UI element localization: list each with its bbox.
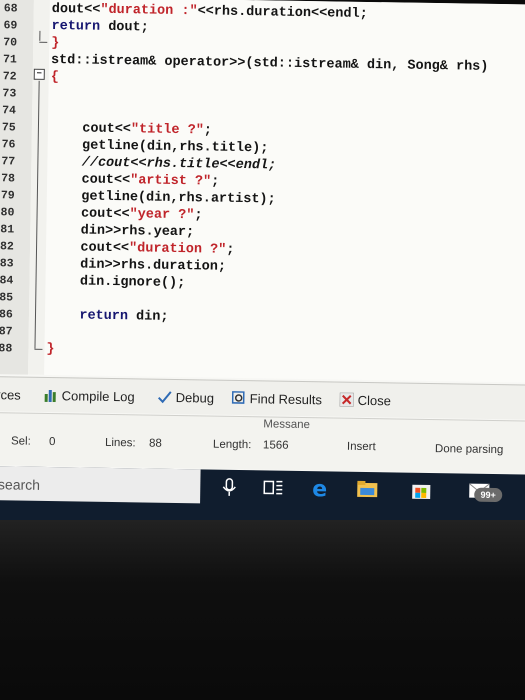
tab-compile-log-label: Compile Log: [61, 388, 135, 405]
length-value: 1566: [262, 439, 289, 452]
sel-value: 0: [48, 436, 56, 449]
line-number: 75: [1, 121, 16, 135]
fold-collapse-icon[interactable]: −: [33, 68, 45, 80]
line-number: 68: [3, 2, 18, 16]
code-lines: 68 dout<<"duration :"<<rhs.duration<<endl…: [0, 0, 525, 357]
code-token: ;: [203, 123, 213, 139]
bar-chart-icon: [44, 390, 56, 403]
code-token: std::istream& operator>>(std::istream& d…: [50, 52, 489, 75]
code-token: "artist ?": [130, 173, 212, 190]
tab-debug-label: Debug: [175, 389, 215, 406]
line-number: 82: [0, 240, 14, 254]
tab-close[interactable]: Close: [339, 392, 392, 409]
code-line[interactable]: return din;: [47, 307, 169, 326]
line-number: 83: [0, 257, 14, 271]
task-view-icon[interactable]: [262, 476, 284, 498]
code-token: cout<<: [48, 205, 130, 223]
fold-line: [39, 30, 41, 41]
lines-value: 88: [148, 437, 162, 450]
tab-find-results-label: Find Results: [249, 391, 323, 408]
check-icon: [157, 391, 172, 404]
code-line[interactable]: }: [46, 341, 54, 358]
code-editor[interactable]: 68 dout<<"duration :"<<rhs.duration<<endl…: [0, 0, 525, 383]
code-token: ;: [194, 208, 203, 224]
code-token: ;: [226, 242, 235, 258]
tab-compile-log[interactable]: Compile Log: [44, 388, 135, 404]
code-token: din>>rhs.year;: [48, 222, 195, 241]
code-token: din>>rhs.duration;: [47, 256, 227, 275]
line-number: 70: [3, 36, 18, 50]
code-token: cout<<: [49, 120, 132, 138]
find-results-icon: [231, 391, 245, 404]
search-input[interactable]: o search: [0, 465, 201, 504]
code-line[interactable]: std::istream& operator>>(std::istream& d…: [51, 52, 489, 76]
message-header: Messane: [263, 418, 311, 432]
code-token: din;: [127, 309, 169, 325]
code-token: {: [50, 69, 59, 86]
tab-find-results[interactable]: Find Results: [231, 391, 323, 408]
line-number: 76: [1, 138, 16, 152]
line-number: 80: [0, 206, 15, 220]
close-icon: [339, 392, 354, 407]
lines-label: Lines:: [104, 436, 136, 450]
fold-line-end: [34, 348, 43, 350]
notification-badge: 99+: [474, 487, 503, 503]
tab-resources-label: ources: [0, 386, 21, 403]
code-line[interactable]: {: [51, 69, 59, 86]
insert-mode: Insert: [346, 440, 376, 454]
code-token: din.ignore();: [47, 273, 186, 292]
svg-text:e: e: [312, 477, 327, 499]
code-token: dout<<: [51, 2, 101, 18]
line-number: 72: [2, 70, 17, 84]
code-token: "duration :": [100, 2, 198, 20]
code-line[interactable]: return dout;: [51, 18, 148, 37]
microphone-icon[interactable]: [218, 476, 240, 498]
code-token: cout<<: [47, 239, 130, 257]
code-token: "duration ?": [128, 241, 227, 258]
code-token: return: [46, 307, 129, 325]
code-token: <<rhs.duration<<endl;: [197, 4, 368, 22]
edge-icon[interactable]: e: [310, 477, 332, 499]
line-number: 88: [0, 342, 13, 356]
code-token: dout;: [100, 19, 149, 36]
line-number: 69: [3, 19, 18, 33]
line-number: 74: [2, 104, 17, 118]
length-label: Length:: [212, 438, 252, 452]
line-number: 81: [0, 223, 15, 237]
status-bar: Messane Sel: 0 Lines: 88 Length: 1566 In…: [0, 411, 525, 474]
code-token: "year ?": [129, 207, 195, 224]
dark-background: [0, 520, 525, 700]
line-number: 71: [2, 53, 17, 67]
line-number: 84: [0, 274, 14, 288]
code-token: return: [51, 19, 101, 35]
line-number: 86: [0, 308, 13, 322]
sel-label: Sel:: [10, 435, 31, 448]
code-token: cout<<: [49, 171, 131, 189]
code-line[interactable]: }: [51, 35, 59, 52]
tab-close-label: Close: [357, 392, 392, 409]
tab-resources[interactable]: ources: [0, 387, 21, 403]
code-token: ;: [211, 174, 220, 190]
search-placeholder: o search: [0, 476, 41, 493]
code-token: }: [46, 341, 55, 358]
store-icon[interactable]: [410, 479, 432, 501]
code-token: }: [51, 36, 60, 52]
fold-line-end: [39, 41, 48, 43]
line-number: 85: [0, 291, 14, 305]
tab-debug[interactable]: Debug: [157, 389, 215, 406]
code-line[interactable]: din.ignore();: [47, 273, 186, 292]
line-number: 87: [0, 325, 13, 339]
monitor-screen: 68 dout<<"duration :"<<rhs.duration<<endl…: [0, 0, 525, 535]
line-number: 73: [2, 87, 17, 101]
code-token: "title ?": [130, 122, 204, 139]
parse-status: Done parsing: [434, 443, 504, 457]
line-number: 78: [1, 172, 16, 186]
line-number: 77: [1, 155, 16, 169]
line-number: 79: [0, 189, 15, 203]
file-explorer-icon[interactable]: [356, 478, 378, 500]
